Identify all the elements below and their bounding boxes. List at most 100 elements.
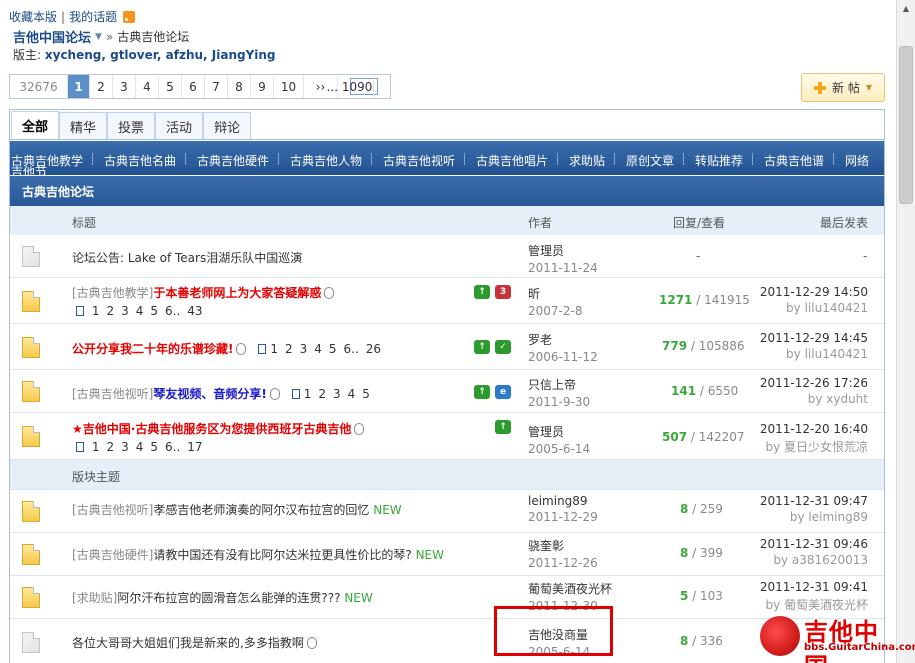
page-link[interactable]: 6..: [165, 304, 180, 318]
my-topics-link[interactable]: 我的话题: [69, 8, 117, 25]
page-link[interactable]: 17: [187, 440, 202, 454]
category-item[interactable]: 古典吉他谱: [764, 152, 824, 169]
page-link[interactable]: 4: [136, 440, 144, 454]
author-name[interactable]: 葡萄美酒夜光杯: [528, 582, 612, 596]
author-name[interactable]: 只信上帝: [528, 378, 576, 392]
last-post-time[interactable]: 2011-12-31 09:41: [760, 580, 868, 594]
thread-category-tag[interactable]: [古典吉他教学]: [72, 286, 153, 300]
category-item[interactable]: 原创文章: [626, 152, 674, 169]
page-link[interactable]: 43: [187, 304, 202, 318]
author-name[interactable]: leiming89: [528, 494, 588, 508]
breadcrumb-separator: »: [105, 29, 114, 44]
last-post-time[interactable]: 2011-12-31 09:46: [760, 537, 868, 551]
page-link[interactable]: 5: [362, 387, 370, 401]
category-item[interactable]: 吉他节: [11, 163, 47, 175]
scroll-thumb[interactable]: [899, 46, 913, 204]
thread-title-link[interactable]: 于本善老师网上为大家答疑解惑: [153, 286, 321, 300]
page-link[interactable]: 6: [182, 75, 205, 98]
thread-category-tag[interactable]: [求助贴]: [72, 591, 117, 605]
column-stats[interactable]: 回复/查看: [673, 214, 725, 231]
page-link[interactable]: 3: [121, 304, 129, 318]
last-post-time[interactable]: 2011-12-26 17:26: [760, 376, 868, 390]
author-name[interactable]: 管理员: [528, 244, 564, 258]
last-post-user[interactable]: by lilu140421: [760, 301, 868, 315]
category-item[interactable]: 古典吉他名曲: [104, 152, 176, 169]
category-item[interactable]: 古典吉他硬件: [197, 152, 269, 169]
last-post-time[interactable]: 2011-12-29 14:50: [760, 285, 868, 299]
scrollbar[interactable]: ▲: [896, 0, 915, 663]
chevron-down-icon[interactable]: ▼: [95, 32, 102, 42]
bookmark-link[interactable]: 收藏本版: [9, 8, 57, 25]
page-link[interactable]: 8: [228, 75, 251, 98]
author-name[interactable]: 罗老: [528, 333, 552, 347]
announcement-title[interactable]: 论坛公告: Lake of Tears泪湖乐队中国巡演: [72, 249, 302, 266]
page-link[interactable]: 2: [90, 75, 113, 98]
last-post-user[interactable]: by xyduht: [760, 392, 868, 406]
category-item[interactable]: 转贴推荐: [695, 152, 743, 169]
last-post-time[interactable]: 2011-12-31 09:47: [760, 494, 868, 508]
tab-all[interactable]: 全部: [11, 111, 60, 139]
thread-title-link[interactable]: 孝感吉他老师演奏的阿尔汉布拉宫的回忆: [153, 503, 369, 517]
thread-title-link[interactable]: 吉他中国·古典吉他服务区为您提供西班牙古典吉他: [83, 422, 352, 436]
page-link[interactable]: 9: [251, 75, 274, 98]
page-link[interactable]: 2: [106, 304, 114, 318]
page-link[interactable]: 6..: [344, 342, 359, 356]
page-link[interactable]: 3: [121, 440, 129, 454]
page-link[interactable]: 3: [113, 75, 136, 98]
page-link[interactable]: 5: [329, 342, 337, 356]
last-post-time[interactable]: 2011-12-29 14:45: [760, 331, 868, 345]
tab-digest[interactable]: 精华: [59, 112, 108, 139]
page-link[interactable]: 2: [318, 387, 326, 401]
page-link[interactable]: 6..: [165, 440, 180, 454]
page-link[interactable]: 4: [348, 387, 356, 401]
last-post-user[interactable]: by a381620013: [760, 553, 868, 567]
tab-activity[interactable]: 活动: [155, 112, 204, 139]
page-link[interactable]: 5: [150, 304, 158, 318]
page-link[interactable]: 1: [304, 387, 312, 401]
page-link[interactable]: 2: [106, 440, 114, 454]
page-link[interactable]: 3: [333, 387, 341, 401]
forum-name-link[interactable]: 吉他中国论坛: [13, 27, 91, 46]
author-name[interactable]: 昕: [528, 287, 540, 301]
author-name[interactable]: 骁奎彰: [528, 539, 564, 553]
tab-poll[interactable]: 投票: [107, 112, 156, 139]
page-link[interactable]: 7: [205, 75, 228, 98]
tab-debate[interactable]: 辩论: [203, 112, 252, 139]
category-item[interactable]: 古典吉他人物: [290, 152, 362, 169]
category-item[interactable]: 古典吉他视听: [383, 152, 455, 169]
category-item[interactable]: 古典吉他唱片: [476, 152, 548, 169]
page-link[interactable]: 4: [136, 304, 144, 318]
thread-title-link[interactable]: 琴友视频、音频分享!: [153, 387, 266, 401]
last-post-user[interactable]: by lilu140421: [760, 347, 868, 361]
category-item[interactable]: 求助贴: [569, 152, 605, 169]
page-link[interactable]: 3: [300, 342, 308, 356]
category-item[interactable]: 网络: [845, 152, 869, 169]
thread-title-link[interactable]: 阿尔汗布拉宫的圆滑音怎么能弹的连贯???: [117, 591, 340, 605]
last-post-user[interactable]: by leiming89: [760, 510, 868, 524]
column-last-post[interactable]: 最后发表: [820, 214, 868, 231]
author-name[interactable]: 管理员: [528, 425, 564, 439]
thread-category-tag[interactable]: [古典吉他视听]: [72, 387, 153, 401]
page-link[interactable]: 26: [366, 342, 381, 356]
page-link[interactable]: 1: [270, 342, 278, 356]
thread-category-tag[interactable]: [古典吉他硬件]: [72, 548, 153, 562]
last-post-time[interactable]: 2011-12-20 16:40: [760, 422, 868, 436]
page-link[interactable]: 1: [92, 440, 100, 454]
page-link[interactable]: 1: [92, 304, 100, 318]
page-link[interactable]: 2: [285, 342, 293, 356]
scroll-up-icon[interactable]: ▲: [897, 0, 915, 17]
last-page-link[interactable]: ... 1090: [326, 75, 374, 98]
page-link[interactable]: 10: [274, 75, 304, 98]
page-link[interactable]: 5: [159, 75, 182, 98]
moderator-list[interactable]: xycheng, gtlover, afzhu, JiangYing: [45, 48, 276, 62]
thread-title-link[interactable]: 各位大哥哥大姐姐们我是新来的,多多指教啊: [72, 636, 304, 650]
page-link[interactable]: 4: [136, 75, 159, 98]
page-link[interactable]: 5: [150, 440, 158, 454]
thread-category-tag[interactable]: [古典吉他视听]: [72, 503, 153, 517]
rss-icon[interactable]: [123, 10, 136, 23]
new-post-button[interactable]: 新 帖 ▼: [801, 73, 885, 102]
page-link[interactable]: 4: [314, 342, 322, 356]
last-post-user[interactable]: by 夏日少女恨荒凉: [760, 438, 868, 455]
thread-title-link[interactable]: 公开分享我二十年的乐谱珍藏!: [72, 342, 233, 356]
thread-title-link[interactable]: 请教中国还有没有比阿尔达米拉更具性价比的琴?: [153, 548, 411, 562]
